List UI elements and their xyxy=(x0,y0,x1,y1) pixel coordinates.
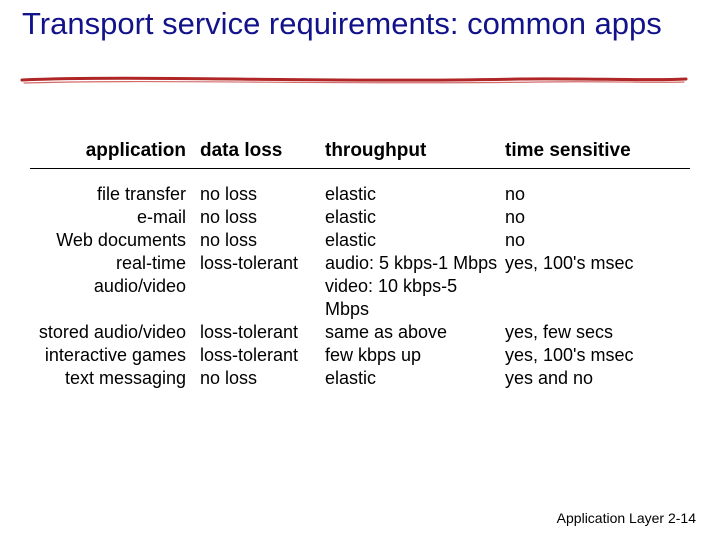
table-row: e-mail no loss elastic no xyxy=(30,206,690,229)
cell-application: Web documents xyxy=(30,229,200,252)
cell-application: text messaging xyxy=(30,367,200,390)
cell-time-sensitive: yes, 100's msec xyxy=(505,252,675,275)
cell-time-sensitive: no xyxy=(505,229,675,252)
cell-throughput: audio: 5 kbps-1 Mbps video: 10 kbps-5 Mb… xyxy=(325,252,505,321)
footer-label: Application Layer xyxy=(557,510,664,526)
cell-data-loss: loss-tolerant xyxy=(200,252,325,275)
slide-footer: Application Layer 2-14 xyxy=(557,510,696,526)
cell-data-loss: no loss xyxy=(200,229,325,252)
slide-title: Transport service requirements: common a… xyxy=(22,6,682,42)
cell-throughput: elastic xyxy=(325,367,505,390)
cell-time-sensitive: yes, few secs xyxy=(505,321,675,344)
cell-time-sensitive: yes, 100's msec xyxy=(505,344,675,367)
cell-data-loss: no loss xyxy=(200,183,325,206)
cell-time-sensitive: no xyxy=(505,183,675,206)
cell-application: interactive games xyxy=(30,344,200,367)
col-header-data-loss: data loss xyxy=(200,140,325,162)
col-header-time-sensitive: time sensitive xyxy=(505,140,675,162)
cell-throughput: elastic xyxy=(325,183,505,206)
table-row: real-time audio/video loss-tolerant audi… xyxy=(30,252,690,321)
col-header-throughput: throughput xyxy=(325,140,505,162)
table-row: text messaging no loss elastic yes and n… xyxy=(30,367,690,390)
cell-application: file transfer xyxy=(30,183,200,206)
table-row: stored audio/video loss-tolerant same as… xyxy=(30,321,690,344)
cell-data-loss: no loss xyxy=(200,367,325,390)
footer-page: 2-14 xyxy=(668,510,696,526)
cell-time-sensitive: yes and no xyxy=(505,367,675,390)
cell-data-loss: loss-tolerant xyxy=(200,344,325,367)
cell-throughput: same as above xyxy=(325,321,505,344)
cell-throughput: elastic xyxy=(325,206,505,229)
cell-data-loss: no loss xyxy=(200,206,325,229)
cell-application: real-time audio/video xyxy=(30,252,200,298)
table-row: interactive games loss-tolerant few kbps… xyxy=(30,344,690,367)
cell-throughput: few kbps up xyxy=(325,344,505,367)
cell-data-loss: loss-tolerant xyxy=(200,321,325,344)
cell-time-sensitive: no xyxy=(505,206,675,229)
cell-throughput: elastic xyxy=(325,229,505,252)
table-row: Web documents no loss elastic no xyxy=(30,229,690,252)
cell-application: e-mail xyxy=(30,206,200,229)
table-row: file transfer no loss elastic no xyxy=(30,183,690,206)
title-underline xyxy=(20,74,690,86)
table-header-row: application data loss throughput time se… xyxy=(30,140,690,169)
cell-application: stored audio/video xyxy=(30,321,200,344)
col-header-application: application xyxy=(30,140,200,162)
requirements-table: application data loss throughput time se… xyxy=(30,140,690,390)
